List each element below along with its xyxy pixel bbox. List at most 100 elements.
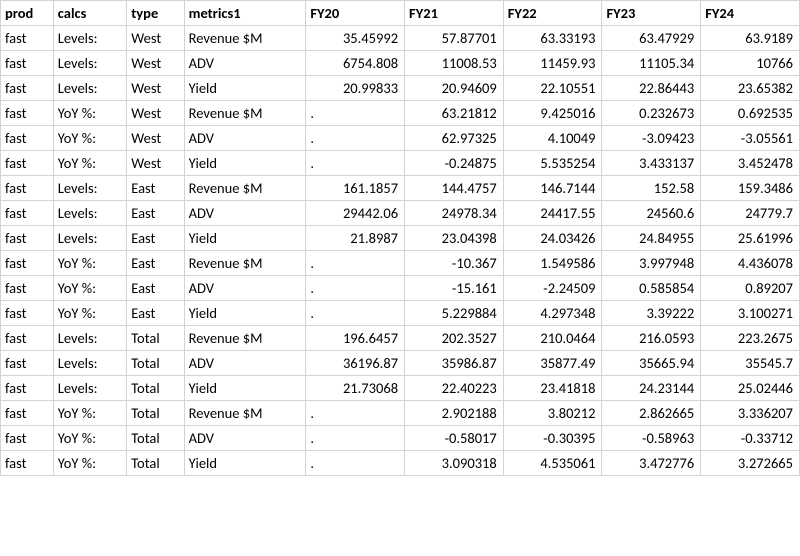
cell-fy20[interactable]: . — [306, 401, 405, 426]
cell-fy23[interactable]: 0.585854 — [602, 276, 701, 301]
cell-calcs[interactable]: Levels: — [53, 201, 126, 226]
cell-fy22[interactable]: -0.30395 — [503, 426, 602, 451]
cell-fy24[interactable]: -0.33712 — [701, 426, 800, 451]
cell-metric[interactable]: ADV — [184, 51, 306, 76]
cell-fy20[interactable]: 35.45992 — [306, 26, 405, 51]
cell-prod[interactable]: fast — [1, 276, 54, 301]
cell-type[interactable]: West — [127, 101, 184, 126]
cell-fy22[interactable]: 4.10049 — [503, 126, 602, 151]
cell-fy23[interactable]: 24.84955 — [602, 226, 701, 251]
cell-fy21[interactable]: 35986.87 — [405, 351, 504, 376]
cell-fy22[interactable]: 4.535061 — [503, 451, 602, 476]
cell-fy23[interactable]: 2.862665 — [602, 401, 701, 426]
cell-calcs[interactable]: YoY %: — [53, 401, 126, 426]
cell-fy23[interactable]: 35665.94 — [602, 351, 701, 376]
cell-fy22[interactable]: -2.24509 — [503, 276, 602, 301]
cell-calcs[interactable]: YoY %: — [53, 451, 126, 476]
cell-fy22[interactable]: 24.03426 — [503, 226, 602, 251]
cell-fy22[interactable]: 146.7144 — [503, 176, 602, 201]
header-calcs[interactable]: calcs — [53, 1, 126, 26]
cell-calcs[interactable]: Levels: — [53, 51, 126, 76]
cell-type[interactable]: East — [127, 276, 184, 301]
cell-prod[interactable]: fast — [1, 351, 54, 376]
cell-prod[interactable]: fast — [1, 201, 54, 226]
cell-type[interactable]: East — [127, 301, 184, 326]
cell-fy20[interactable]: 36196.87 — [306, 351, 405, 376]
header-fy20[interactable]: FY20 — [306, 1, 405, 26]
cell-fy20[interactable]: . — [306, 151, 405, 176]
cell-fy21[interactable]: 202.3527 — [405, 326, 504, 351]
cell-fy21[interactable]: 63.21812 — [405, 101, 504, 126]
cell-fy20[interactable]: . — [306, 451, 405, 476]
cell-metric[interactable]: Yield — [184, 151, 306, 176]
cell-metric[interactable]: Revenue $M — [184, 326, 306, 351]
cell-prod[interactable]: fast — [1, 51, 54, 76]
cell-fy21[interactable]: -0.58017 — [405, 426, 504, 451]
cell-calcs[interactable]: Levels: — [53, 226, 126, 251]
cell-fy21[interactable]: 24978.34 — [405, 201, 504, 226]
cell-fy20[interactable]: . — [306, 276, 405, 301]
cell-type[interactable]: Total — [127, 451, 184, 476]
cell-calcs[interactable]: Levels: — [53, 26, 126, 51]
cell-metric[interactable]: Yield — [184, 301, 306, 326]
cell-calcs[interactable]: Levels: — [53, 326, 126, 351]
header-fy22[interactable]: FY22 — [503, 1, 602, 26]
cell-prod[interactable]: fast — [1, 426, 54, 451]
cell-fy23[interactable]: 0.232673 — [602, 101, 701, 126]
cell-prod[interactable]: fast — [1, 101, 54, 126]
cell-fy23[interactable]: 63.47929 — [602, 26, 701, 51]
cell-fy21[interactable]: -0.24875 — [405, 151, 504, 176]
cell-type[interactable]: Total — [127, 426, 184, 451]
cell-fy22[interactable]: 1.549586 — [503, 251, 602, 276]
cell-fy21[interactable]: 22.40223 — [405, 376, 504, 401]
cell-fy21[interactable]: -15.161 — [405, 276, 504, 301]
cell-calcs[interactable]: Levels: — [53, 76, 126, 101]
cell-fy23[interactable]: 216.0593 — [602, 326, 701, 351]
cell-fy20[interactable]: 161.1857 — [306, 176, 405, 201]
cell-fy23[interactable]: 3.39222 — [602, 301, 701, 326]
cell-type[interactable]: West — [127, 26, 184, 51]
cell-fy20[interactable]: 29442.06 — [306, 201, 405, 226]
cell-calcs[interactable]: YoY %: — [53, 276, 126, 301]
header-fy24[interactable]: FY24 — [701, 1, 800, 26]
cell-fy23[interactable]: -3.09423 — [602, 126, 701, 151]
cell-fy21[interactable]: 20.94609 — [405, 76, 504, 101]
header-fy21[interactable]: FY21 — [405, 1, 504, 26]
cell-type[interactable]: West — [127, 76, 184, 101]
cell-fy23[interactable]: 152.58 — [602, 176, 701, 201]
cell-fy22[interactable]: 9.425016 — [503, 101, 602, 126]
cell-metric[interactable]: ADV — [184, 201, 306, 226]
cell-fy20[interactable]: 21.8987 — [306, 226, 405, 251]
cell-fy24[interactable]: 25.02446 — [701, 376, 800, 401]
cell-metric[interactable]: Revenue $M — [184, 101, 306, 126]
cell-fy22[interactable]: 35877.49 — [503, 351, 602, 376]
cell-fy24[interactable]: 63.9189 — [701, 26, 800, 51]
cell-prod[interactable]: fast — [1, 251, 54, 276]
cell-metric[interactable]: Yield — [184, 76, 306, 101]
cell-calcs[interactable]: YoY %: — [53, 251, 126, 276]
cell-fy24[interactable]: 3.100271 — [701, 301, 800, 326]
cell-type[interactable]: West — [127, 151, 184, 176]
cell-fy20[interactable]: . — [306, 251, 405, 276]
cell-prod[interactable]: fast — [1, 301, 54, 326]
cell-prod[interactable]: fast — [1, 401, 54, 426]
cell-fy21[interactable]: 62.97325 — [405, 126, 504, 151]
cell-prod[interactable]: fast — [1, 376, 54, 401]
cell-fy24[interactable]: 4.436078 — [701, 251, 800, 276]
cell-prod[interactable]: fast — [1, 76, 54, 101]
cell-fy22[interactable]: 3.80212 — [503, 401, 602, 426]
cell-fy22[interactable]: 5.535254 — [503, 151, 602, 176]
cell-calcs[interactable]: YoY %: — [53, 126, 126, 151]
cell-prod[interactable]: fast — [1, 326, 54, 351]
cell-prod[interactable]: fast — [1, 151, 54, 176]
cell-calcs[interactable]: Levels: — [53, 351, 126, 376]
cell-type[interactable]: Total — [127, 326, 184, 351]
header-prod[interactable]: prod — [1, 1, 54, 26]
cell-fy20[interactable]: . — [306, 426, 405, 451]
cell-fy20[interactable]: 21.73068 — [306, 376, 405, 401]
cell-fy22[interactable]: 23.41818 — [503, 376, 602, 401]
cell-metric[interactable]: Yield — [184, 226, 306, 251]
cell-type[interactable]: East — [127, 201, 184, 226]
cell-prod[interactable]: fast — [1, 176, 54, 201]
cell-metric[interactable]: Revenue $M — [184, 251, 306, 276]
